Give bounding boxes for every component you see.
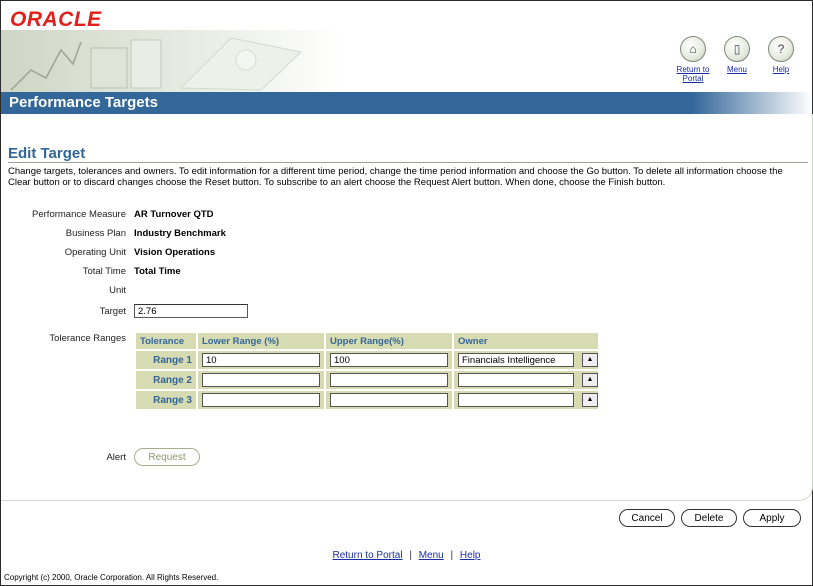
menu-label[interactable]: Menu [715,65,759,74]
upper-range-input[interactable] [330,393,448,407]
table-row: Range 3 ▲ [136,391,598,409]
alert-label: Alert [106,452,126,463]
help-icon: ? [768,36,794,62]
footer-return-link[interactable]: Return to Portal [333,550,403,561]
book-icon: ▯ [724,36,750,62]
table-row: Range 2 ▲ [136,371,598,389]
return-to-portal-link[interactable]: ⌂ Return to Portal [671,36,715,83]
help-link[interactable]: ? Help [759,36,803,74]
performance-measure-value: AR Turnover QTD [134,209,214,220]
performance-measure-label: Performance Measure [32,209,126,220]
delete-button[interactable]: Delete [681,509,737,527]
footer-menu-link[interactable]: Menu [419,550,444,561]
upper-range-input[interactable] [330,373,448,387]
footer-separator: | [450,550,454,561]
business-plan-label: Business Plan [65,228,126,239]
operating-unit-label: Operating Unit [64,247,126,258]
table-header-row: Tolerance Lower Range (%) Upper Range(%)… [136,333,598,349]
target-input[interactable]: 2.76 [134,304,248,318]
col-header-lower: Lower Range (%) [198,333,324,349]
return-label-line1[interactable]: Return to [671,65,715,74]
unit-label: Unit [109,285,126,296]
portal-icon: ⌂ [680,36,706,62]
footer-links: Return to Portal | Menu | Help [0,550,813,561]
cancel-button[interactable]: Cancel [619,509,675,527]
owner-lov-up-icon[interactable]: ▲ [582,373,598,387]
owner-lov-up-icon[interactable]: ▲ [582,393,598,407]
header-banner-image [1,30,341,92]
section-title: Edit Target [8,145,86,162]
owner-lov-up-icon[interactable]: ▲ [582,353,598,367]
total-time-value: Total Time [134,266,181,277]
apply-button[interactable]: Apply [743,509,801,527]
header-nav: ⌂ Return to Portal ▯ Menu ? Help [671,36,801,92]
lower-range-input[interactable] [202,373,320,387]
tolerance-table: Tolerance Lower Range (%) Upper Range(%)… [134,331,600,411]
col-header-upper: Upper Range(%) [326,333,452,349]
help-label[interactable]: Help [759,65,803,74]
title-bar: Performance Targets [1,92,812,114]
owner-input[interactable] [458,373,574,387]
upper-range-input[interactable]: 100 [330,353,448,367]
target-label: Target [99,306,126,317]
owner-input[interactable]: Financials Intelligence [458,353,574,367]
section-divider [8,162,808,163]
menu-link[interactable]: ▯ Menu [715,36,759,74]
business-plan-value: Industry Benchmark [134,228,226,239]
range-label: Range 2 [136,371,196,389]
copyright-text: Copyright (c) 2000, Oracle Corporation. … [4,573,219,582]
range-label: Range 1 [136,351,196,369]
tolerance-ranges-label: Tolerance Ranges [49,333,126,344]
col-header-owner: Owner [454,333,598,349]
page-title: Performance Targets [9,94,158,111]
oracle-logo: ORACLE [10,8,102,31]
operating-unit-value: Vision Operations [134,247,216,258]
return-label-line2[interactable]: Portal [671,74,715,83]
owner-input[interactable] [458,393,574,407]
col-header-tolerance: Tolerance [136,333,196,349]
total-time-label: Total Time [82,266,126,277]
range-label: Range 3 [136,391,196,409]
footer-help-link[interactable]: Help [460,550,481,561]
instructions-text: Change targets, tolerances and owners. T… [8,166,783,188]
request-alert-button[interactable]: Request [134,448,200,466]
table-row: Range 1 10 100 Financials Intelligence ▲ [136,351,598,369]
lower-range-input[interactable] [202,393,320,407]
lower-range-input[interactable]: 10 [202,353,320,367]
footer-separator: | [409,550,412,561]
